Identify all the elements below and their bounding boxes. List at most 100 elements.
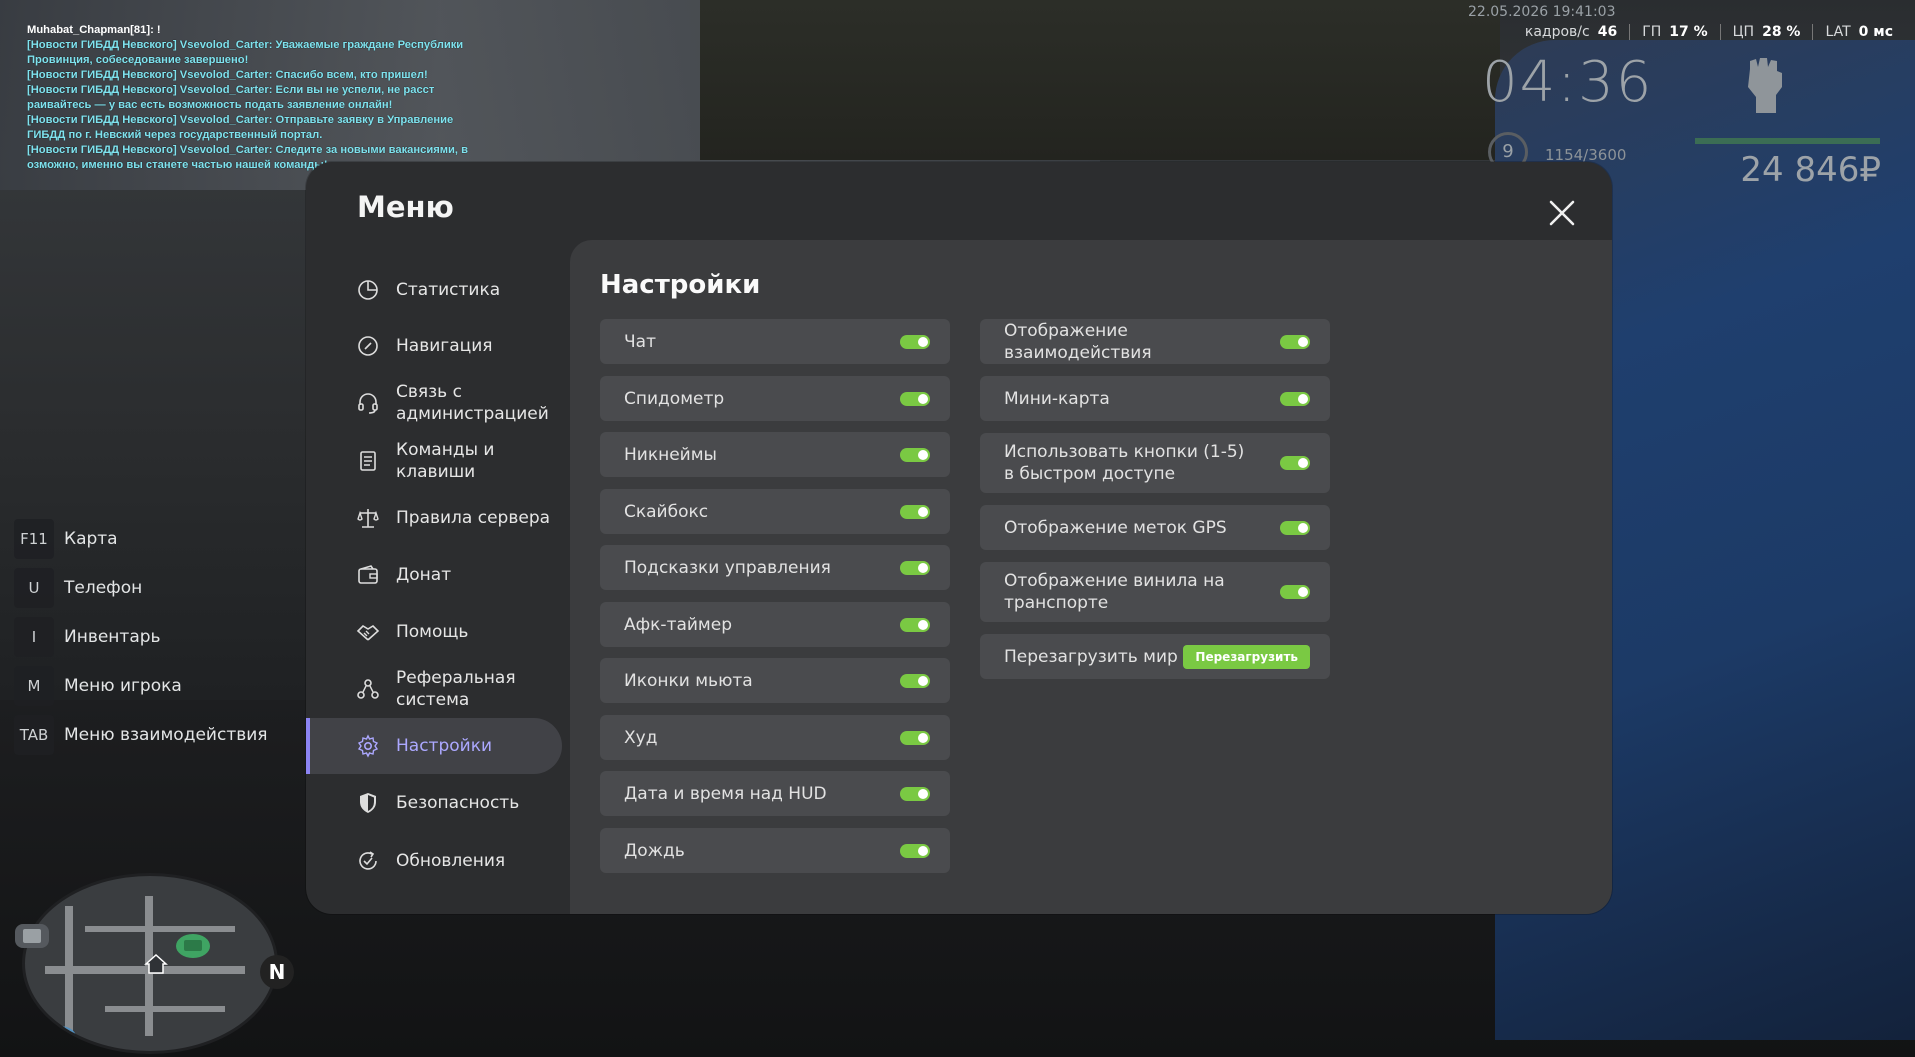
toggle-switch[interactable] bbox=[900, 391, 930, 406]
nav-item-admin-contact[interactable]: Связь с администрацией bbox=[306, 374, 562, 432]
chat-line: [Новости ГИБДД Невского] Vsevolod_Carter… bbox=[27, 84, 435, 96]
toggle-switch[interactable] bbox=[900, 843, 930, 858]
setting-label: Дата и время над HUD bbox=[624, 783, 827, 804]
key-hint-label: Карта bbox=[64, 529, 118, 549]
nav-label: Команды и клавиши bbox=[396, 440, 495, 482]
toggle-switch[interactable] bbox=[900, 730, 930, 745]
setting-row: Отображение меток GPS bbox=[980, 505, 1330, 550]
nav-label: Помощь bbox=[396, 622, 469, 642]
key-hint-phone[interactable]: U Телефон bbox=[14, 568, 268, 608]
setting-row: Никнеймы bbox=[600, 432, 950, 477]
setting-label: Иконки мьюта bbox=[624, 670, 753, 691]
nav-item-statistics[interactable]: Статистика bbox=[306, 262, 562, 318]
key-hints: F11 Карта U Телефон I Инвентарь M Меню и… bbox=[14, 519, 268, 764]
toggle-switch[interactable] bbox=[1280, 520, 1310, 535]
nav-item-referral[interactable]: Реферальная система bbox=[306, 660, 562, 718]
nav-label: Реферальная система bbox=[396, 668, 516, 710]
reload-world-label: Перезагрузить мир bbox=[1004, 646, 1178, 667]
nav-label: Навигация bbox=[396, 336, 493, 356]
toggle-switch[interactable] bbox=[1280, 585, 1310, 599]
chat-line: ГИБДД по г. Невский через государственны… bbox=[27, 129, 323, 141]
key-cap: U bbox=[14, 568, 54, 608]
setting-label: Спидометр bbox=[624, 388, 725, 409]
gpu-value: 17 % bbox=[1669, 24, 1708, 40]
setting-row: Дата и время над HUD bbox=[600, 771, 950, 816]
key-hint-player-menu[interactable]: M Меню игрока bbox=[14, 666, 268, 706]
wallet-icon bbox=[358, 565, 378, 584]
menu-window: Меню Статистика Навигация Связь с админи… bbox=[306, 162, 1612, 914]
nav-item-updates[interactable]: Обновления bbox=[306, 832, 562, 890]
nav-item-commands[interactable]: Команды и клавиши bbox=[306, 432, 562, 490]
health-bar bbox=[1695, 138, 1880, 144]
toggle-switch[interactable] bbox=[900, 504, 930, 519]
hud-clock: 04:36 bbox=[1482, 50, 1654, 115]
key-cap: TAB bbox=[14, 715, 54, 755]
key-hint-label: Меню взаимодействия bbox=[64, 725, 268, 745]
toggle-switch[interactable] bbox=[1280, 334, 1310, 349]
shield-icon bbox=[360, 793, 376, 813]
key-cap: M bbox=[14, 666, 54, 706]
headset-icon bbox=[358, 393, 378, 414]
reload-button[interactable]: Перезагрузить bbox=[1183, 644, 1310, 669]
pie-chart-icon bbox=[358, 280, 378, 300]
setting-row: Использовать кнопки (1-5) в быстром дост… bbox=[980, 433, 1330, 493]
chat-line: [Новости ГИБДД Невского] Vsevolod_Carter… bbox=[27, 69, 428, 81]
toggle-switch[interactable] bbox=[900, 447, 930, 462]
cpu-value: 28 % bbox=[1762, 24, 1801, 40]
scales-icon bbox=[357, 509, 379, 528]
nav-item-settings[interactable]: Настройки bbox=[306, 718, 562, 774]
setting-row: Мини-карта bbox=[980, 376, 1330, 421]
bus-marker-icon bbox=[15, 924, 49, 948]
nav-label: Настройки bbox=[396, 736, 493, 756]
gpu-label: ГП bbox=[1642, 24, 1662, 40]
settings-title: Настройки bbox=[600, 270, 761, 300]
fps-stat: кадров/с 46 bbox=[1513, 24, 1629, 40]
settings-panel: Настройки Чат Спидометр Никнеймы Скайбок… bbox=[570, 240, 1612, 914]
nav-item-rules[interactable]: Правила сервера bbox=[306, 490, 562, 546]
gear-icon bbox=[357, 734, 379, 758]
key-hint-map[interactable]: F11 Карта bbox=[14, 519, 268, 559]
menu-nav: Статистика Навигация Связь с администрац… bbox=[306, 262, 562, 890]
nav-label: Статистика bbox=[396, 280, 501, 300]
setting-label: Мини-карта bbox=[1004, 388, 1110, 409]
key-hint-inventory[interactable]: I Инвентарь bbox=[14, 617, 268, 657]
chat-log: Muhabat_Chapman[81]: ! [Новости ГИБДД Не… bbox=[27, 23, 507, 173]
nav-item-navigation[interactable]: Навигация bbox=[306, 318, 562, 374]
key-cap: F11 bbox=[14, 519, 54, 559]
handshake-icon bbox=[356, 624, 380, 641]
toggle-switch[interactable] bbox=[900, 560, 930, 575]
lat-value: 0 мс bbox=[1858, 24, 1893, 40]
toggle-switch[interactable] bbox=[900, 673, 930, 688]
latency-stat: LAT 0 мс bbox=[1812, 24, 1905, 40]
cpu-stat: ЦП 28 % bbox=[1719, 24, 1813, 40]
toggle-switch[interactable] bbox=[900, 617, 930, 632]
toggle-switch[interactable] bbox=[1280, 456, 1310, 470]
nav-item-security[interactable]: Безопасность bbox=[306, 774, 562, 832]
key-hint-label: Меню игрока bbox=[64, 676, 182, 696]
clothing-shop-icon bbox=[44, 1026, 76, 1048]
chat-line: раивайтесь — у вас есть возможность пода… bbox=[27, 99, 393, 111]
nav-item-help[interactable]: Помощь bbox=[306, 604, 562, 660]
setting-label: Отображение винила на транспорте bbox=[1004, 571, 1225, 613]
close-icon[interactable] bbox=[1545, 196, 1579, 230]
setting-row: Спидометр bbox=[600, 376, 950, 421]
toggle-switch[interactable] bbox=[1280, 391, 1310, 406]
nav-label: Обновления bbox=[396, 851, 506, 871]
setting-label: Отображение взаимодействия bbox=[1004, 320, 1152, 363]
nav-item-donate[interactable]: Донат bbox=[306, 546, 562, 604]
chat-line: Muhabat_Chapman[81]: ! bbox=[27, 24, 161, 36]
toggle-switch[interactable] bbox=[900, 786, 930, 801]
key-hint-interaction-menu[interactable]: TAB Меню взаимодействия bbox=[14, 715, 268, 755]
toggle-switch[interactable] bbox=[900, 334, 930, 349]
house-icon bbox=[144, 953, 168, 974]
compass-north: N bbox=[260, 955, 294, 989]
chat-line: Провинция, собеседование завершено! bbox=[27, 54, 249, 66]
setting-label: Чат bbox=[624, 331, 656, 352]
cpu-label: ЦП bbox=[1732, 24, 1755, 40]
nav-label: Правила сервера bbox=[396, 508, 551, 528]
key-cap: I bbox=[14, 617, 54, 657]
setting-label: Использовать кнопки (1-5) в быстром дост… bbox=[1004, 442, 1245, 484]
money-display: 24 846₽ bbox=[1740, 150, 1881, 190]
setting-row: Иконки мьюта bbox=[600, 658, 950, 703]
bus-stop-icon bbox=[176, 934, 210, 958]
